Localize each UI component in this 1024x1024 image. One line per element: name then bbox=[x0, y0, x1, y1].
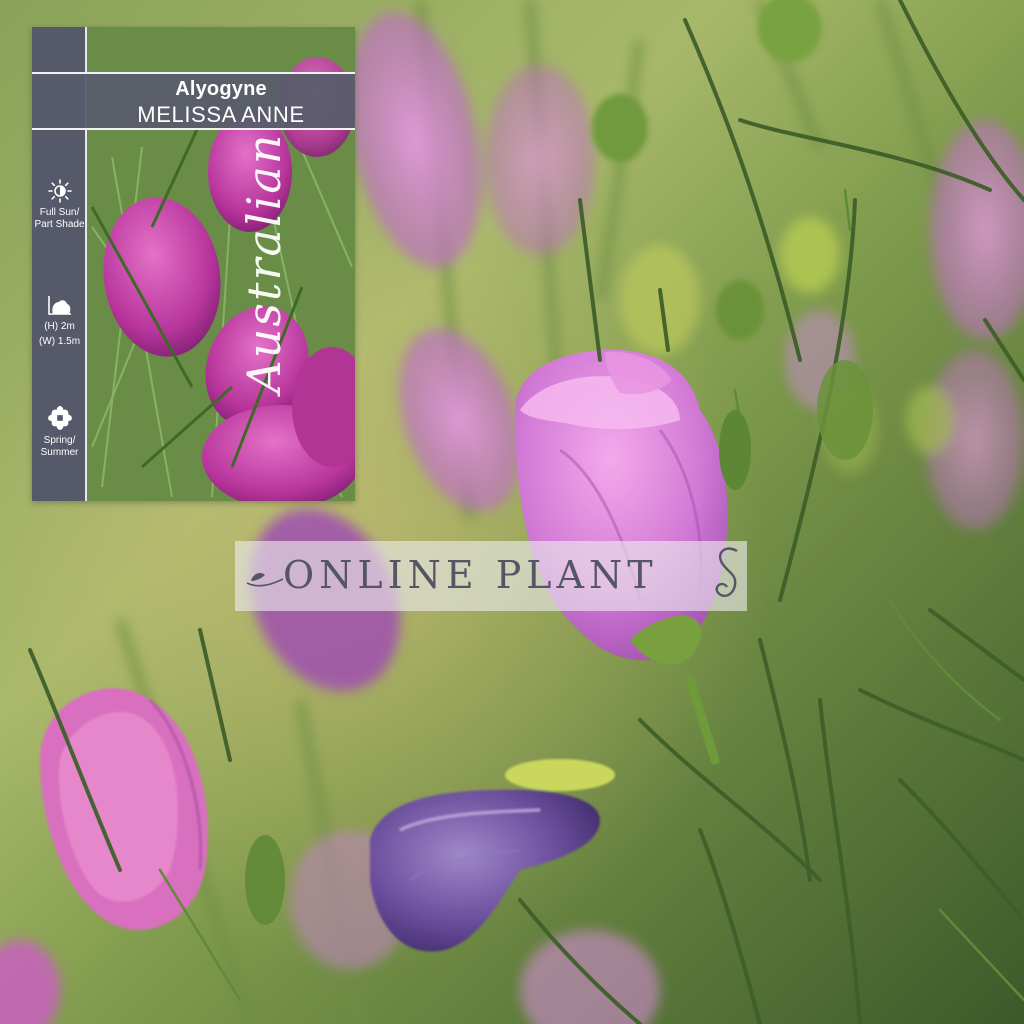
shrub-size-icon bbox=[47, 296, 71, 315]
plant-genus: Alyogyne bbox=[175, 78, 267, 100]
care-season: Spring/ Summer bbox=[32, 405, 87, 459]
care-size: (H) 2m (W) 1.5m bbox=[32, 293, 87, 351]
leaf-swash-icon bbox=[246, 573, 284, 587]
width-text: (W) 1.5m bbox=[38, 336, 81, 347]
care-sun: Full Sun/ Part Shade bbox=[32, 179, 87, 231]
plant-label-card: Alyogyne MELISSA ANNE Full Sun/ Part Sha… bbox=[32, 27, 355, 501]
watermark-text: ONLINE PLANT bbox=[283, 553, 658, 597]
sun-requirement-text: Full Sun/ Part Shade bbox=[34, 207, 85, 230]
origin-script-text: Australian bbox=[237, 132, 291, 394]
plant-name-band: Alyogyne MELISSA ANNE bbox=[32, 72, 355, 130]
sun-icon bbox=[47, 179, 72, 203]
height-text: (H) 2m bbox=[44, 321, 75, 332]
watermark-swirl-s: S bbox=[715, 547, 738, 597]
watermark-banner: ONLINE PLANT S bbox=[235, 541, 747, 611]
flowering-season-text: Spring/ Summer bbox=[40, 435, 79, 458]
plant-cultivar: MELISSA ANNE bbox=[137, 102, 305, 127]
flower-icon bbox=[47, 406, 72, 430]
